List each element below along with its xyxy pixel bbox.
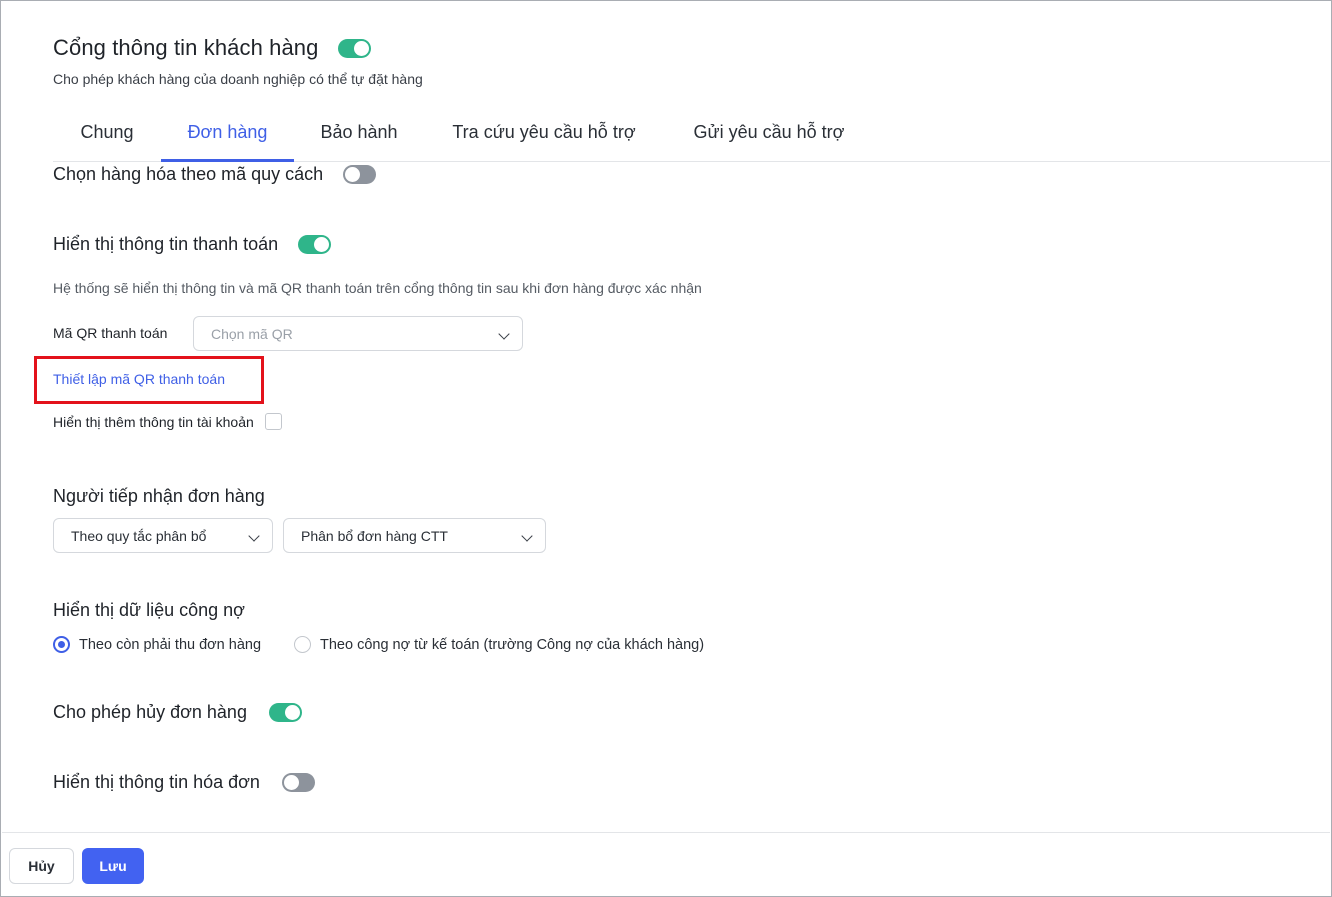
tab-label: Chung	[80, 122, 134, 142]
order-receiver-setting: Người tiếp nhận đơn hàng	[53, 486, 265, 507]
spec-code-setting: Chọn hàng hóa theo mã quy cách	[53, 164, 377, 185]
tab-warranty[interactable]: Bảo hành	[294, 104, 424, 161]
tab-orders[interactable]: Đơn hàng	[161, 104, 294, 162]
chevron-down-icon	[498, 328, 510, 340]
account-info-checkbox[interactable]	[264, 413, 282, 430]
account-info-option: Hiển thị thêm thông tin tài khoản	[53, 413, 282, 430]
page-title: Cổng thông tin khách hàng	[53, 35, 319, 60]
radio-selected-icon[interactable]	[53, 636, 70, 653]
radio-unselected-icon[interactable]	[294, 636, 311, 653]
debt-option-label: Theo còn phải thu đơn hàng	[79, 636, 262, 653]
setup-qr-link[interactable]: Thiết lập mã QR thanh toán	[53, 371, 225, 387]
tab-general[interactable]: Chung	[53, 104, 161, 161]
payment-info-toggle[interactable]	[298, 235, 332, 254]
tab-label: Đơn hàng	[187, 122, 268, 142]
cancel-order-label: Cho phép hủy đơn hàng	[53, 702, 247, 722]
cancel-order-toggle[interactable]	[268, 703, 302, 722]
tab-label: Bảo hành	[320, 122, 398, 142]
debt-option-accounting[interactable]: Theo công nợ từ kế toán (trường Công nợ …	[294, 636, 704, 653]
cancel-button[interactable]: Hủy	[9, 848, 74, 884]
header-title-row: Cổng thông tin khách hàng	[53, 35, 423, 61]
invoice-info-toggle[interactable]	[281, 773, 315, 792]
page-header: Cổng thông tin khách hàng Cho phép khách…	[53, 35, 423, 87]
spec-code-toggle[interactable]	[343, 165, 377, 184]
allocation-rule-select[interactable]: Theo quy tắc phân bổ	[53, 518, 273, 553]
order-receiver-label: Người tiếp nhận đơn hàng	[53, 486, 265, 506]
page-subtitle: Cho phép khách hàng của doanh nghiệp có …	[53, 71, 423, 87]
allocation-rule-value: Theo quy tắc phân bổ	[71, 527, 207, 544]
qr-code-select[interactable]: Chọn mã QR	[193, 316, 523, 351]
qr-code-placeholder: Chọn mã QR	[211, 325, 293, 342]
account-info-label: Hiển thị thêm thông tin tài khoản	[53, 413, 254, 430]
debt-option-label: Theo công nợ từ kế toán (trường Công nợ …	[320, 636, 705, 653]
debt-data-setting: Hiển thị dữ liệu công nợ	[53, 600, 245, 621]
debt-option-receivable[interactable]: Theo còn phải thu đơn hàng	[53, 636, 261, 653]
payment-info-setting: Hiển thị thông tin thanh toán	[53, 234, 332, 255]
invoice-info-label: Hiển thị thông tin hóa đơn	[53, 772, 260, 792]
save-button[interactable]: Lưu	[82, 848, 144, 884]
settings-panel: Cổng thông tin khách hàng Cho phép khách…	[0, 0, 1332, 897]
payment-description: Hệ thống sẽ hiển thị thông tin và mã QR …	[53, 280, 702, 296]
allocation-target-select[interactable]: Phân bổ đơn hàng CTT	[283, 518, 546, 553]
tab-bar: Chung Đơn hàng Bảo hành Tra cứu yêu cầu …	[53, 104, 1330, 162]
cancel-order-setting: Cho phép hủy đơn hàng	[53, 702, 302, 723]
tab-support-lookup[interactable]: Tra cứu yêu cầu hỗ trợ	[424, 104, 664, 161]
allocation-target-value: Phân bổ đơn hàng CTT	[301, 527, 448, 544]
qr-code-label: Mã QR thanh toán	[53, 325, 168, 341]
tab-label: Gửi yêu cầu hỗ trợ	[693, 122, 845, 142]
tab-label: Tra cứu yêu cầu hỗ trợ	[452, 122, 636, 142]
invoice-info-setting: Hiển thị thông tin hóa đơn	[53, 772, 315, 793]
debt-data-label: Hiển thị dữ liệu công nợ	[53, 600, 245, 620]
footer-bar: Hủy Lưu	[2, 832, 1330, 895]
chevron-down-icon	[248, 530, 260, 542]
payment-info-label: Hiển thị thông tin thanh toán	[53, 234, 279, 254]
tab-support-submit[interactable]: Gửi yêu cầu hỗ trợ	[664, 104, 874, 161]
spec-code-label: Chọn hàng hóa theo mã quy cách	[53, 164, 324, 184]
chevron-down-icon	[521, 530, 533, 542]
portal-enable-toggle[interactable]	[338, 38, 372, 58]
